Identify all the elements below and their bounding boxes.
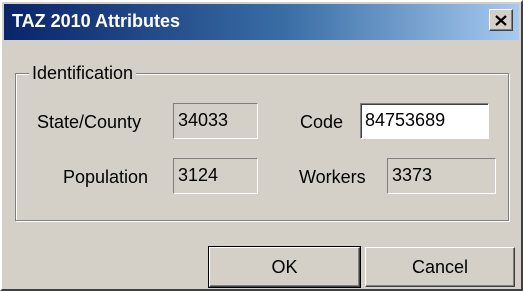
code-label: Code <box>300 112 344 132</box>
workers-value: 3373 <box>387 158 496 194</box>
identification-legend: Identification <box>29 62 137 84</box>
identification-groupbox <box>15 73 509 221</box>
population-label: Population <box>63 167 149 187</box>
title-bar[interactable]: TAZ 2010 Attributes <box>4 4 519 40</box>
cancel-button[interactable]: Cancel <box>365 247 515 287</box>
workers-label: Workers <box>299 167 366 187</box>
population-value: 3124 <box>173 158 258 194</box>
dialog-window: TAZ 2010 Attributes Identification State… <box>0 0 523 291</box>
close-icon <box>495 14 507 26</box>
state-county-label: State/County <box>37 112 142 132</box>
close-button[interactable] <box>489 9 513 31</box>
ok-button[interactable]: OK <box>208 246 361 288</box>
code-input[interactable]: 84753689 <box>360 103 489 139</box>
state-county-value: 34033 <box>173 103 258 139</box>
dialog-title: TAZ 2010 Attributes <box>12 11 181 31</box>
